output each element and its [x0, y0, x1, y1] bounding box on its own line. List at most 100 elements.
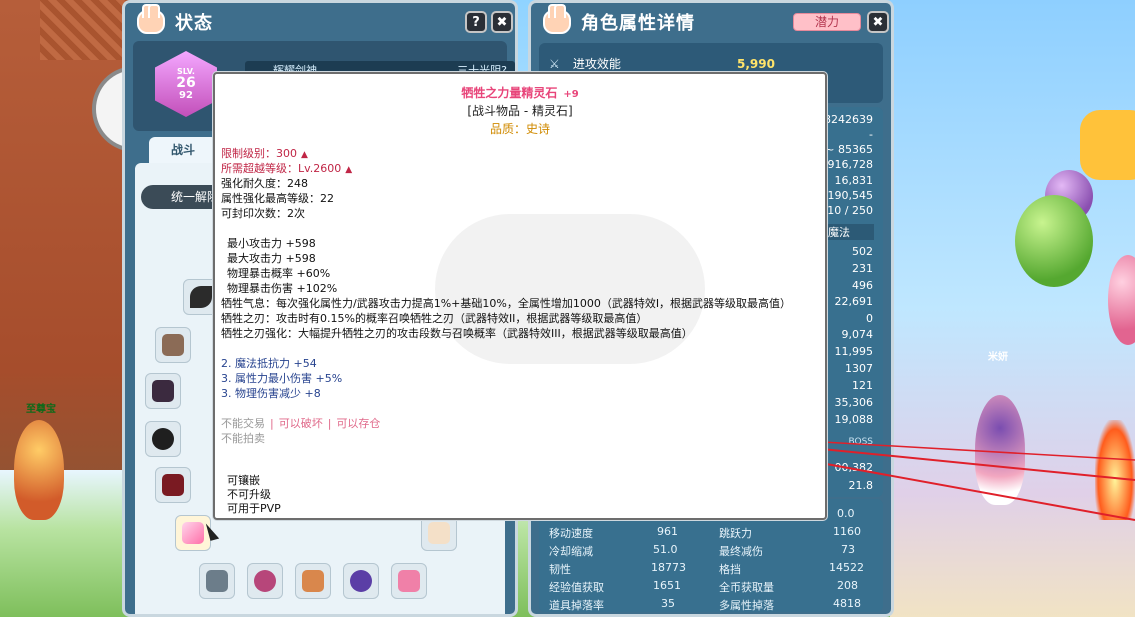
- attr-value: 10 / 250: [827, 204, 873, 217]
- equip-slot-spirit-stone[interactable]: [175, 515, 211, 551]
- quick-slot-5[interactable]: [391, 563, 427, 599]
- card-icon: [398, 570, 420, 592]
- equip-slot-glove[interactable]: [145, 421, 181, 457]
- attr-value: -: [869, 128, 873, 141]
- quick-slot-2[interactable]: [247, 563, 283, 599]
- trade-no: 不能交易: [221, 417, 265, 430]
- magic-value: 22,691: [834, 295, 874, 308]
- pvp-line: 可用于PVP: [227, 502, 281, 515]
- scroll-icon: [302, 570, 324, 592]
- attr-value: 916,728: [827, 158, 874, 171]
- stat-row: 经验值获取 1651 全币获取量 208: [539, 579, 883, 597]
- item-enhance: +9: [563, 89, 579, 100]
- durability: 强化耐久度：248: [221, 177, 308, 190]
- status-title-bar[interactable]: 状态: [125, 3, 515, 41]
- stat-value: 51.0: [653, 543, 678, 556]
- npc-left-name: 至尊宝: [26, 404, 56, 415]
- level-value: 26: [176, 75, 196, 91]
- tooltip-header: 牺牲之力量精灵石 +9 [战斗物品 - 精灵石] 品质：史诗: [215, 84, 825, 137]
- sword-skill-icon: [206, 570, 228, 592]
- separator: |: [327, 417, 332, 430]
- quick-slot-3[interactable]: [295, 563, 331, 599]
- quick-slot-4[interactable]: [343, 563, 379, 599]
- magic-value: 35,306: [834, 396, 874, 409]
- attr-value: 190,545: [827, 189, 874, 202]
- req-transcend-line: 所需超越等级：Lv.2600 ▲: [221, 162, 352, 177]
- stat-value: 208: [837, 579, 858, 592]
- up-triangle-icon: ▲: [345, 165, 353, 175]
- boots-icon: [428, 522, 450, 544]
- status-title: 状态: [175, 13, 213, 34]
- tab-fight[interactable]: 战斗: [149, 137, 217, 163]
- bag-icon: [162, 334, 184, 356]
- attr-max-level: 属性强化最高等级：22: [221, 192, 334, 205]
- item-name-line: 牺牲之力量精灵石 +9: [215, 84, 825, 101]
- magic-value: 502: [852, 245, 873, 258]
- stat-label: 格挡: [719, 563, 741, 576]
- item-tooltip: 牺牲之力量精灵石 +9 [战斗物品 - 精灵石] 品质：史诗 限制级别：300 ▲ …: [213, 72, 827, 520]
- quick-slot-1[interactable]: [199, 563, 235, 599]
- trade-line: 不能交易 | 可以破坏 | 可以存仓: [221, 417, 380, 431]
- status-close-button[interactable]: ✖: [491, 11, 513, 33]
- stat-label: 冷却缩减: [549, 545, 593, 558]
- attack-efficiency-label: 进攻效能: [572, 57, 621, 71]
- effect-line: 牺牲之刃强化：大幅提升牺牲之刃的攻击段数与召唤概率（武器特效III，根据武器等级…: [221, 327, 693, 340]
- effect-line: 牺牲气息：每次强化属性力/武器攻击力提高1%+基础10%，全属性增加1000（武…: [221, 297, 792, 310]
- req-transcend: 所需超越等级：Lv.2600: [221, 162, 342, 175]
- magic-value: 496: [852, 279, 873, 292]
- stat-value: 14522: [829, 561, 864, 574]
- base-stat: 最小攻击力 +598: [227, 237, 316, 250]
- stat-value: 1651: [653, 579, 681, 592]
- npc-right-name: 米妍: [988, 352, 1008, 363]
- rabbit-mascot-icon: [137, 4, 165, 34]
- stat-value: 35: [661, 597, 675, 610]
- stat-label: 最终减伤: [719, 545, 763, 558]
- tab-potential[interactable]: 潜力: [793, 13, 861, 31]
- watermark-logo: [435, 214, 705, 364]
- unify-label: 统一解除: [171, 190, 220, 204]
- stat-label: 全币获取量: [719, 581, 774, 594]
- detail-close-button[interactable]: ✖: [867, 11, 889, 33]
- stat-value: 4818: [833, 597, 861, 610]
- gem-icon: [350, 570, 372, 592]
- separator: |: [270, 417, 274, 430]
- flower-icon: [254, 570, 276, 592]
- socket-line: 可镶嵌: [227, 474, 260, 487]
- up-triangle-icon: ▲: [301, 150, 308, 160]
- level-sub-value: 92: [179, 90, 193, 101]
- equip-slot-right[interactable]: [421, 515, 457, 551]
- magic-value: 9,074: [841, 328, 874, 341]
- equip-slot-bag[interactable]: [155, 327, 191, 363]
- cape-icon: [152, 380, 174, 402]
- attr-value: ~ 85365: [825, 143, 873, 156]
- trade-store: 可以存仓: [336, 417, 381, 430]
- req-level-line: 限制级别：300 ▲: [221, 147, 308, 162]
- horn-icon: [190, 286, 212, 308]
- help-button[interactable]: ?: [465, 11, 487, 33]
- no-upgrade-line: 不可升级: [227, 488, 271, 501]
- stat-label: 移动速度: [549, 527, 593, 540]
- shoes-icon: [162, 474, 184, 496]
- req-level: 限制级别：300: [221, 147, 297, 160]
- stat-label: 道具掉落率: [549, 599, 604, 612]
- random-stat: 3. 属性力最小伤害 +5%: [221, 372, 343, 385]
- glove-icon: [152, 428, 174, 450]
- auction-no: 不能拍卖: [221, 432, 265, 445]
- magic-value: 0: [866, 312, 873, 325]
- magic-column-header: 魔法: [824, 224, 874, 240]
- stat-label: 韧性: [549, 563, 571, 576]
- item-name: 牺牲之力量精灵石: [461, 86, 558, 100]
- equip-slot-cape[interactable]: [145, 373, 181, 409]
- stat-row: 冷却缩减 51.0 最终减伤 73: [539, 543, 883, 561]
- attr-value: 8242639: [824, 113, 873, 126]
- npc-left-character[interactable]: [14, 420, 64, 520]
- magic-value: 1307: [845, 362, 873, 375]
- base-stat: 物理暴击伤害 +102%: [227, 282, 338, 295]
- magic-value: 231: [852, 262, 873, 275]
- trade-break: 可以破坏: [278, 417, 323, 430]
- random-stat: 3. 物理伤害减少 +8: [221, 387, 321, 400]
- equip-slot-shoes[interactable]: [155, 467, 191, 503]
- item-quality: 品质：史诗: [489, 122, 550, 136]
- item-type: [战斗物品 - 精灵石]: [467, 104, 573, 118]
- rabbit-mascot-icon: [543, 4, 571, 34]
